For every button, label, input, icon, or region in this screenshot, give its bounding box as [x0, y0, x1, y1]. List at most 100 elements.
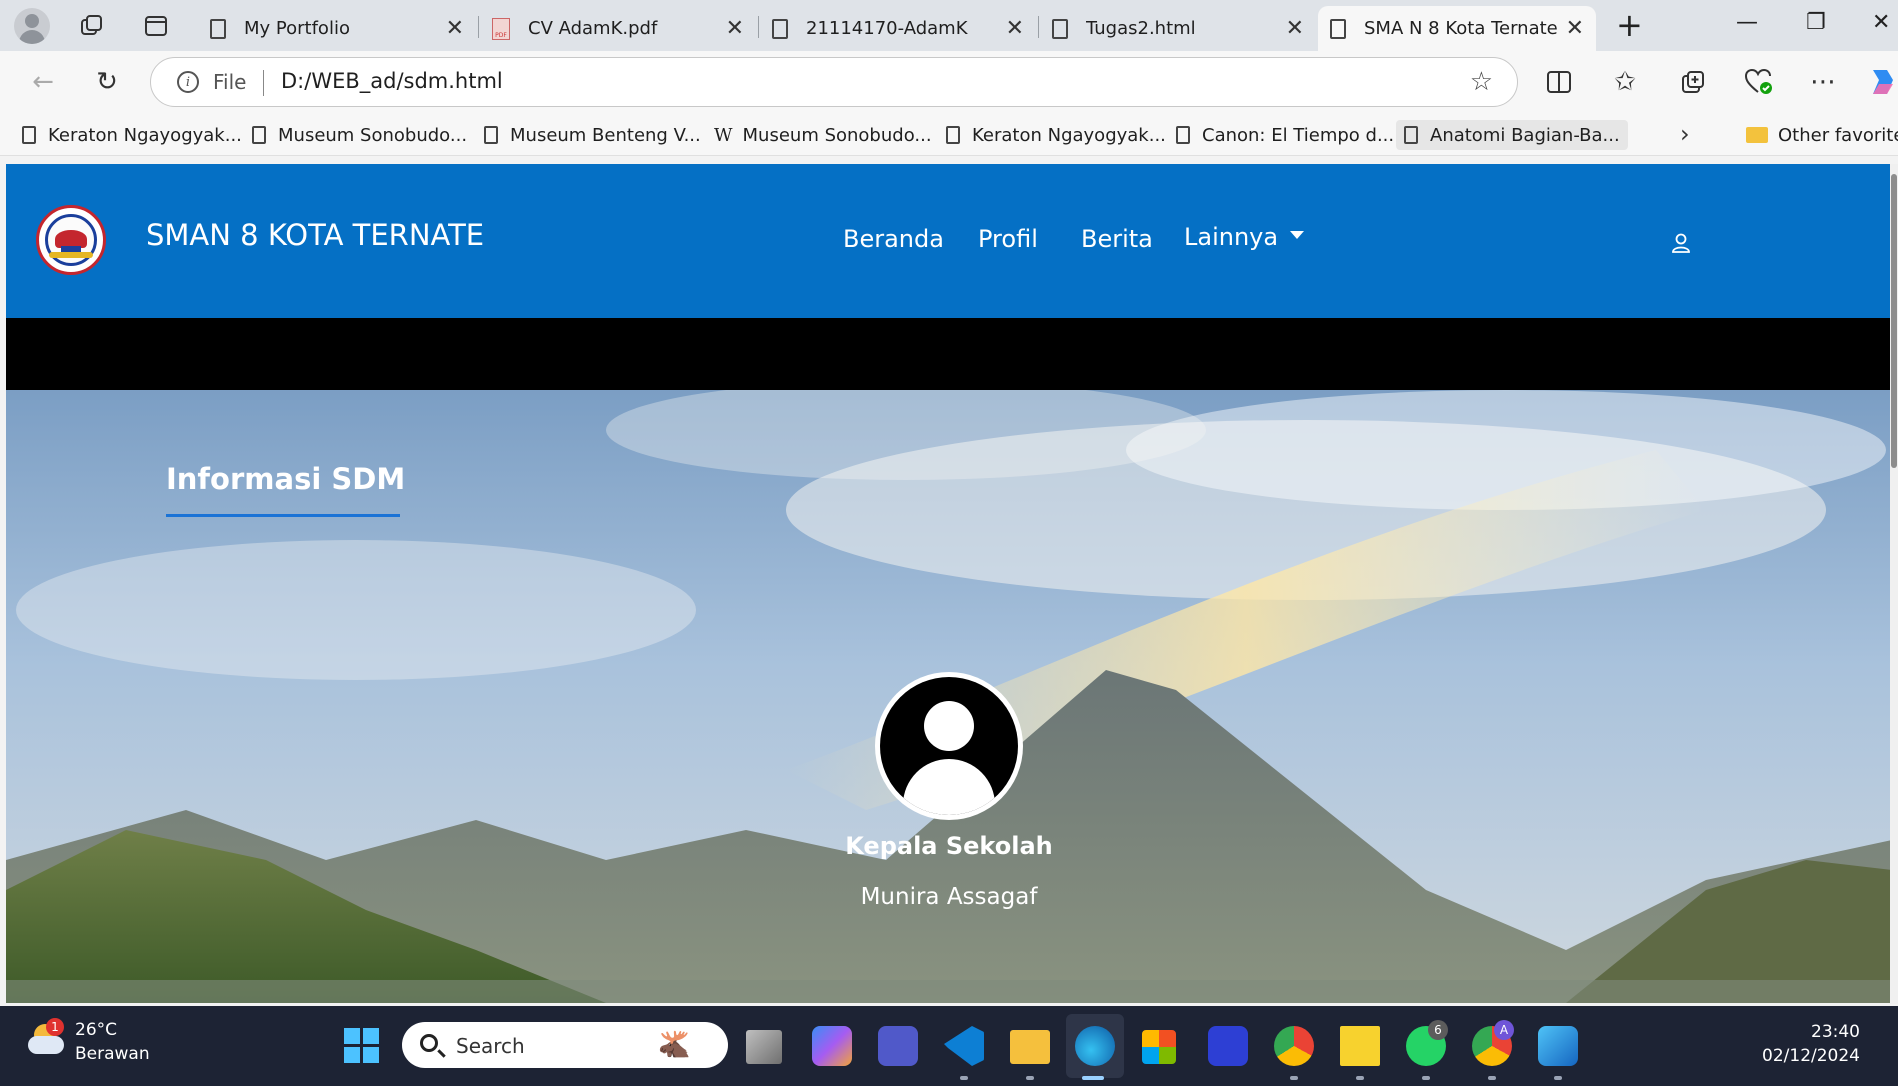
- file-explorer-icon[interactable]: [1010, 1030, 1050, 1064]
- tab-tugas2[interactable]: Tugas2.html ✕: [1040, 6, 1316, 51]
- photos-icon[interactable]: [1538, 1026, 1578, 1066]
- favorite-label: Canon: El Tiempo d...: [1202, 124, 1395, 146]
- task-view-icon[interactable]: [746, 1030, 782, 1064]
- tab-separator: [1038, 16, 1039, 38]
- page-icon: [484, 126, 498, 144]
- favorites-icon[interactable]: ✩: [1608, 65, 1642, 99]
- refresh-icon[interactable]: ↻: [90, 65, 124, 99]
- tab-actions-icon[interactable]: [140, 10, 172, 42]
- favorite-item[interactable]: Keraton Ngayogyak...: [14, 120, 250, 150]
- url-text[interactable]: D:/WEB_ad/sdm.html: [281, 69, 503, 93]
- scrollbar-thumb[interactable]: [1891, 174, 1897, 468]
- page-icon: [772, 18, 788, 39]
- weather-temp[interactable]: 26°C: [75, 1020, 117, 1040]
- copilot-icon[interactable]: [1866, 65, 1898, 99]
- favorite-label: Museum Sonobudo...: [742, 124, 932, 146]
- nav-berita[interactable]: Berita: [1081, 225, 1153, 253]
- close-tab-icon[interactable]: ✕: [1566, 16, 1584, 41]
- collections-icon[interactable]: [1676, 65, 1710, 99]
- weather-icon[interactable]: 1: [26, 1018, 66, 1060]
- nav-lainnya-label: Lainnya: [1184, 223, 1279, 251]
- windows-taskbar: 1 26°C Berawan Search 🫎 6 A 23:40 02/12/…: [0, 1006, 1898, 1086]
- staff-name: Munira Assagaf: [860, 884, 1038, 910]
- favorite-label: Keraton Ngayogyak...: [972, 124, 1166, 146]
- system-clock[interactable]: 23:40 02/12/2024: [1762, 1020, 1860, 1068]
- split-screen-icon[interactable]: [1542, 65, 1576, 99]
- favorite-item[interactable]: Museum Sonobudo...: [244, 120, 475, 150]
- more-menu-icon[interactable]: ⋯: [1806, 65, 1840, 99]
- favorite-item[interactable]: Keraton Ngayogyak...: [938, 120, 1174, 150]
- close-tab-icon[interactable]: ✕: [1286, 16, 1304, 41]
- favorites-bar: Keraton Ngayogyak... Museum Sonobudo... …: [0, 114, 1898, 156]
- workspaces-icon[interactable]: [76, 10, 108, 42]
- chrome-icon[interactable]: [1274, 1026, 1314, 1066]
- close-tab-icon[interactable]: ✕: [726, 16, 744, 41]
- restore-icon[interactable]: ❐: [1806, 10, 1826, 35]
- page-icon: [210, 18, 226, 39]
- close-tab-icon[interactable]: ✕: [1006, 16, 1024, 41]
- tab-sman8-active[interactable]: SMA N 8 Kota Ternate ✕: [1318, 6, 1596, 51]
- chevron-right-icon[interactable]: ›: [1680, 120, 1690, 148]
- tab-label: 21114170-AdamK: [806, 18, 968, 39]
- tab-adamk[interactable]: 21114170-AdamK ✕: [760, 6, 1036, 51]
- weather-badge: 1: [46, 1018, 64, 1036]
- user-icon[interactable]: [1670, 232, 1692, 254]
- running-indicator: [1082, 1076, 1104, 1080]
- other-favorites[interactable]: Other favorites: [1738, 120, 1898, 150]
- favorite-label: Museum Sonobudo...: [278, 124, 468, 146]
- browser-toolbar: ← ↻ i File D:/WEB_ad/sdm.html ☆ ✩ ⋯: [0, 51, 1898, 114]
- back-icon[interactable]: ←: [26, 65, 60, 99]
- edge-icon[interactable]: [1075, 1026, 1115, 1066]
- favorite-label: Museum Benteng V...: [510, 124, 701, 146]
- favorite-item[interactable]: Museum Benteng V...: [476, 120, 709, 150]
- nav-profil[interactable]: Profil: [978, 225, 1038, 253]
- info-icon[interactable]: i: [177, 71, 199, 93]
- site-brand[interactable]: SMAN 8 KOTA TERNATE: [146, 218, 484, 252]
- running-indicator: [1422, 1076, 1430, 1080]
- favorite-item[interactable]: W Museum Sonobudo...: [706, 120, 940, 150]
- nav-beranda[interactable]: Beranda: [843, 225, 944, 253]
- profile-avatar-icon[interactable]: [14, 8, 50, 44]
- page-icon: [1052, 18, 1068, 39]
- address-bar[interactable]: i File D:/WEB_ad/sdm.html ☆: [150, 57, 1518, 107]
- sticky-notes-icon[interactable]: [1340, 1026, 1380, 1066]
- running-indicator: [1290, 1076, 1298, 1080]
- favorite-item-active[interactable]: Anatomi Bagian-Ba...: [1396, 120, 1628, 150]
- tab-label: My Portfolio: [244, 18, 350, 39]
- weather-condition[interactable]: Berawan: [75, 1044, 150, 1064]
- clock-date: 02/12/2024: [1762, 1046, 1860, 1066]
- windows-start-icon[interactable]: [344, 1028, 380, 1064]
- nav-lainnya-dropdown[interactable]: Lainnya: [1184, 223, 1305, 251]
- web-page: SMAN 8 KOTA TERNATE Beranda Profil Berit…: [6, 164, 1892, 1003]
- page-icon: [1176, 126, 1190, 144]
- vscode-icon[interactable]: [944, 1026, 984, 1066]
- teams-icon[interactable]: [878, 1026, 918, 1066]
- page-icon: [1404, 126, 1418, 144]
- site-navbar: SMAN 8 KOTA TERNATE Beranda Profil Berit…: [6, 164, 1892, 318]
- taskbar-search[interactable]: Search 🫎: [402, 1022, 728, 1068]
- tab-label: Tugas2.html: [1086, 18, 1196, 39]
- clock-time: 23:40: [1811, 1022, 1860, 1042]
- running-indicator: [1488, 1076, 1496, 1080]
- microsoft-store-icon[interactable]: [1142, 1030, 1176, 1064]
- copilot-app-icon[interactable]: [812, 1026, 852, 1066]
- browser-essentials-icon[interactable]: [1742, 65, 1776, 99]
- browser-tab-strip: My Portfolio ✕ PDF CV AdamK.pdf ✕ 211141…: [0, 0, 1898, 51]
- close-window-icon[interactable]: ✕: [1872, 10, 1890, 35]
- school-logo[interactable]: [36, 205, 106, 275]
- favorite-item[interactable]: Canon: El Tiempo d...: [1168, 120, 1402, 150]
- tab-my-portfolio[interactable]: My Portfolio ✕: [198, 6, 476, 51]
- tab-cv-pdf[interactable]: PDF CV AdamK.pdf ✕: [480, 6, 756, 51]
- staff-role: Kepala Sekolah: [845, 832, 1053, 860]
- new-tab-icon[interactable]: +: [1616, 6, 1643, 44]
- search-placeholder: Search: [456, 1034, 525, 1058]
- divider: [263, 70, 264, 96]
- running-indicator: [1356, 1076, 1364, 1080]
- minimize-icon[interactable]: —: [1736, 10, 1758, 35]
- pdf-icon: PDF: [492, 17, 510, 40]
- page-scrollbar[interactable]: [1890, 164, 1898, 1004]
- close-tab-icon[interactable]: ✕: [446, 16, 464, 41]
- ai-app-icon[interactable]: [1208, 1026, 1248, 1066]
- running-indicator: [1026, 1076, 1034, 1080]
- favorite-star-icon[interactable]: ☆: [1470, 67, 1493, 97]
